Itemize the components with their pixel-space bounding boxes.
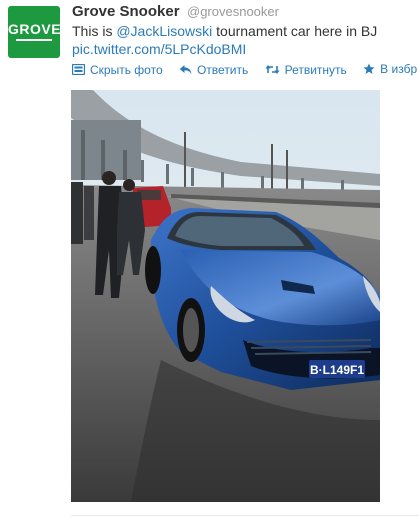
retweet-label: Ретвитнуть xyxy=(284,62,347,77)
reply-icon xyxy=(179,65,192,74)
avatar[interactable]: GROVE xyxy=(8,6,60,58)
retweet-icon xyxy=(265,65,280,74)
star-icon xyxy=(363,63,375,74)
grove-logo-text: GROVE xyxy=(8,21,60,37)
mention-link[interactable]: @JackLisowski xyxy=(116,23,212,39)
tweet-photo[interactable]: B·L149F1 xyxy=(71,90,380,502)
tweet-text-before: This is xyxy=(72,23,117,39)
tweet-header: Grove Snooker @grovesnooker xyxy=(72,3,279,21)
reply-label: Ответить xyxy=(196,62,249,77)
user-handle[interactable]: @grovesnooker xyxy=(187,4,279,19)
tweet-link-line: pic.twitter.com/5LPcKdoBMI xyxy=(72,41,246,57)
user-name[interactable]: Grove Snooker xyxy=(72,3,180,20)
tweet-actions: Скрыть фото Ответить Ретвитнуть В избр xyxy=(72,62,419,78)
logo-rule xyxy=(16,39,52,41)
tweet-text-after: tournament car here in BJ xyxy=(212,23,378,39)
retweet-button[interactable]: Ретвитнуть xyxy=(265,63,347,77)
hide-photo-button[interactable]: Скрыть фото xyxy=(72,63,163,77)
tweet-divider xyxy=(71,515,419,516)
photo-icon xyxy=(72,64,85,75)
hide-photo-label: Скрыть фото xyxy=(90,62,163,77)
favorite-label: В избр xyxy=(380,62,418,76)
favorite-button[interactable]: В избр xyxy=(363,62,417,76)
license-plate-text: B·L149F1 xyxy=(310,363,364,377)
pic-link[interactable]: pic.twitter.com/5LPcKdoBMI xyxy=(72,41,246,57)
reply-button[interactable]: Ответить xyxy=(179,63,248,77)
tweet-text: This is @JackLisowski tournament car her… xyxy=(72,23,377,39)
